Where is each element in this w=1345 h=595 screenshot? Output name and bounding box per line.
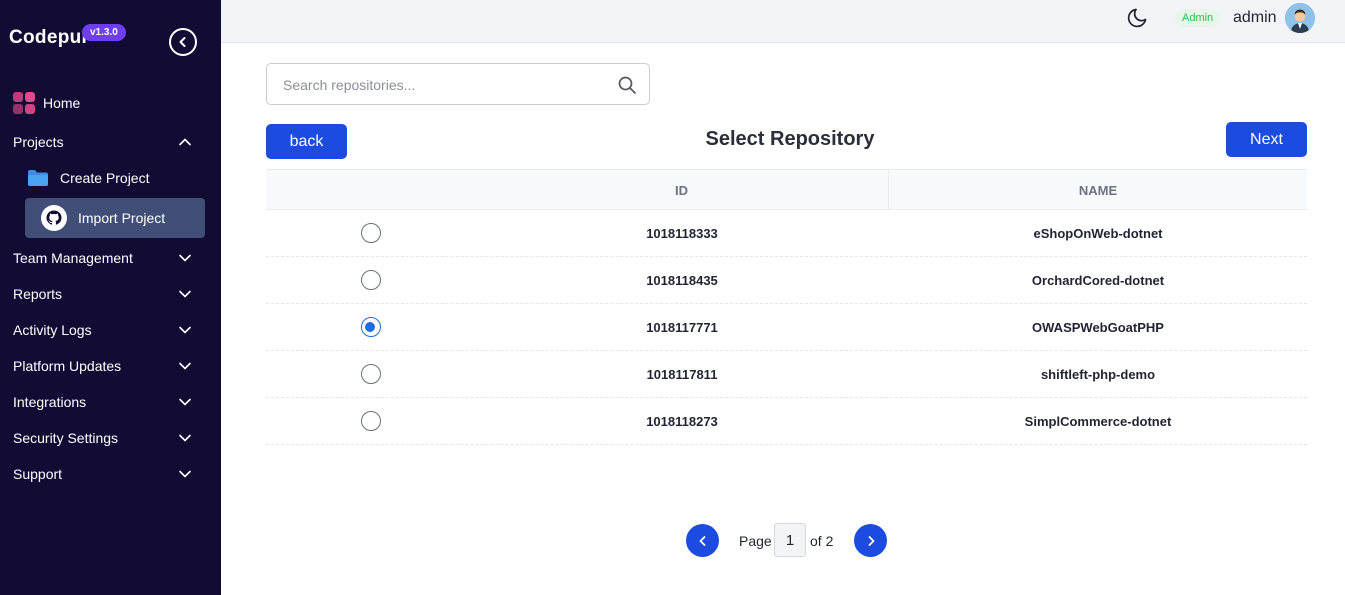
table-body: 1018118333 eShopOnWeb-dotnet 1018118435 Orc… <box>266 210 1307 445</box>
repository-name: eShopOnWeb-dotnet <box>1033 225 1163 241</box>
repository-name: SimplCommerce-dotnet <box>1024 413 1172 429</box>
page-label: Page <box>739 533 772 549</box>
table-row[interactable]: 1018117811 shiftleft-php-demo <box>266 351 1307 398</box>
page-title: Select Repository <box>705 128 875 150</box>
table-header: ID NAME <box>266 169 1307 210</box>
sidebar-item-platform-updates[interactable]: Platform Updates <box>0 348 221 384</box>
sidebar-item-label: Reports <box>13 286 63 302</box>
sidebar-item-label: Platform Updates <box>13 358 122 374</box>
repository-table: ID NAME 1018118333 eShopOnWeb-dotnet 10181… <box>266 169 1307 445</box>
sidebar-item-reports[interactable]: Reports <box>0 276 221 312</box>
table-row[interactable]: 1018117771 OWASPWebGoatPHP <box>266 304 1307 351</box>
repository-name: shiftleft-php-demo <box>1040 366 1156 382</box>
repository-id: 1018118435 <box>646 272 718 288</box>
repository-id: 1018117771 <box>646 319 718 335</box>
logo: Codepul v1.3.0 <box>9 24 126 50</box>
chevron-down-icon <box>179 254 191 262</box>
repository-name: OrchardCored-dotnet <box>1031 272 1165 288</box>
sidebar-item-label: Security Settings <box>13 430 119 446</box>
sidebar-item-integrations[interactable]: Integrations <box>0 384 221 420</box>
topbar: Admin admin <box>221 0 1345 43</box>
search-input[interactable] <box>283 74 603 96</box>
repository-radio[interactable] <box>360 270 381 290</box>
select-cell <box>266 398 475 444</box>
sidebar-item-activity-logs[interactable]: Activity Logs <box>0 312 221 348</box>
header-name: NAME <box>1078 182 1118 198</box>
sidebar-item-label: Activity Logs <box>13 322 92 338</box>
repository-radio[interactable] <box>360 317 381 337</box>
chevron-left-icon <box>699 535 705 546</box>
chevron-down-icon <box>179 398 191 406</box>
collapse-sidebar-button[interactable] <box>169 28 197 56</box>
sidebar: Codepul v1.3.0 Home Projects Create Proj… <box>0 0 221 595</box>
chevron-left-icon <box>179 37 186 47</box>
chevron-right-icon <box>868 535 874 546</box>
sidebar-item-create-project[interactable]: Create Project <box>25 158 205 198</box>
role-badge: Admin <box>1175 9 1221 27</box>
sidebar-item-home[interactable]: Home <box>0 85 221 121</box>
next-page-button[interactable] <box>854 524 887 557</box>
sidebar-item-label: Integrations <box>13 394 87 410</box>
sidebar-item-security-settings[interactable]: Security Settings <box>0 420 221 456</box>
sidebar-item-import-project[interactable]: Import Project <box>25 198 205 238</box>
chevron-down-icon <box>179 326 191 334</box>
version-badge: v1.3.0 <box>82 24 126 41</box>
previous-page-button[interactable] <box>686 524 719 557</box>
chevron-down-icon <box>179 362 191 370</box>
chevron-down-icon <box>179 290 191 298</box>
logo-text: Codepul <box>9 27 88 48</box>
select-cell <box>266 210 475 256</box>
repository-name: OWASPWebGoatPHP <box>1032 319 1164 335</box>
sidebar-item-label: Projects <box>13 134 64 150</box>
sidebar-item-projects[interactable]: Projects <box>0 124 221 160</box>
sidebar-item-label: Team Management <box>13 250 133 266</box>
username: admin <box>1233 9 1277 26</box>
repository-id: 1018118333 <box>646 225 718 241</box>
folder-icon <box>27 169 49 187</box>
sidebar-item-label: Support <box>13 466 63 482</box>
moon-icon[interactable] <box>1126 7 1148 29</box>
sidebar-item-label: Create Project <box>60 170 150 186</box>
sidebar-item-label: Import Project <box>78 210 166 226</box>
sidebar-item-label: Home <box>43 95 81 111</box>
repository-radio[interactable] <box>360 223 381 243</box>
select-cell <box>266 304 475 350</box>
sidebar-item-support[interactable]: Support <box>0 456 221 492</box>
table-row[interactable]: 1018118435 OrchardCored-dotnet <box>266 257 1307 304</box>
select-cell <box>266 351 475 397</box>
chevron-down-icon <box>179 434 191 442</box>
avatar[interactable] <box>1285 3 1315 33</box>
header-id: ID <box>475 170 889 210</box>
repository-id: 1018118273 <box>646 413 718 429</box>
back-button[interactable]: back <box>266 124 347 159</box>
table-row[interactable]: 1018118333 eShopOnWeb-dotnet <box>266 210 1307 257</box>
chevron-up-icon <box>179 138 191 146</box>
page-total: of 2 <box>810 533 834 549</box>
header-select <box>266 170 475 210</box>
search-icon[interactable] <box>617 75 637 95</box>
search-box <box>266 63 650 105</box>
repository-radio[interactable] <box>360 411 381 431</box>
next-button[interactable]: Next <box>1226 122 1307 157</box>
github-icon <box>41 205 67 231</box>
repository-id: 1018117811 <box>646 366 718 382</box>
repository-radio[interactable] <box>360 364 381 384</box>
table-row[interactable]: 1018118273 SimplCommerce-dotnet <box>266 398 1307 445</box>
page-number-input[interactable]: 1 <box>774 523 806 557</box>
home-icon <box>13 92 35 114</box>
select-cell <box>266 257 475 303</box>
chevron-down-icon <box>179 470 191 478</box>
sidebar-item-team-management[interactable]: Team Management <box>0 240 221 276</box>
